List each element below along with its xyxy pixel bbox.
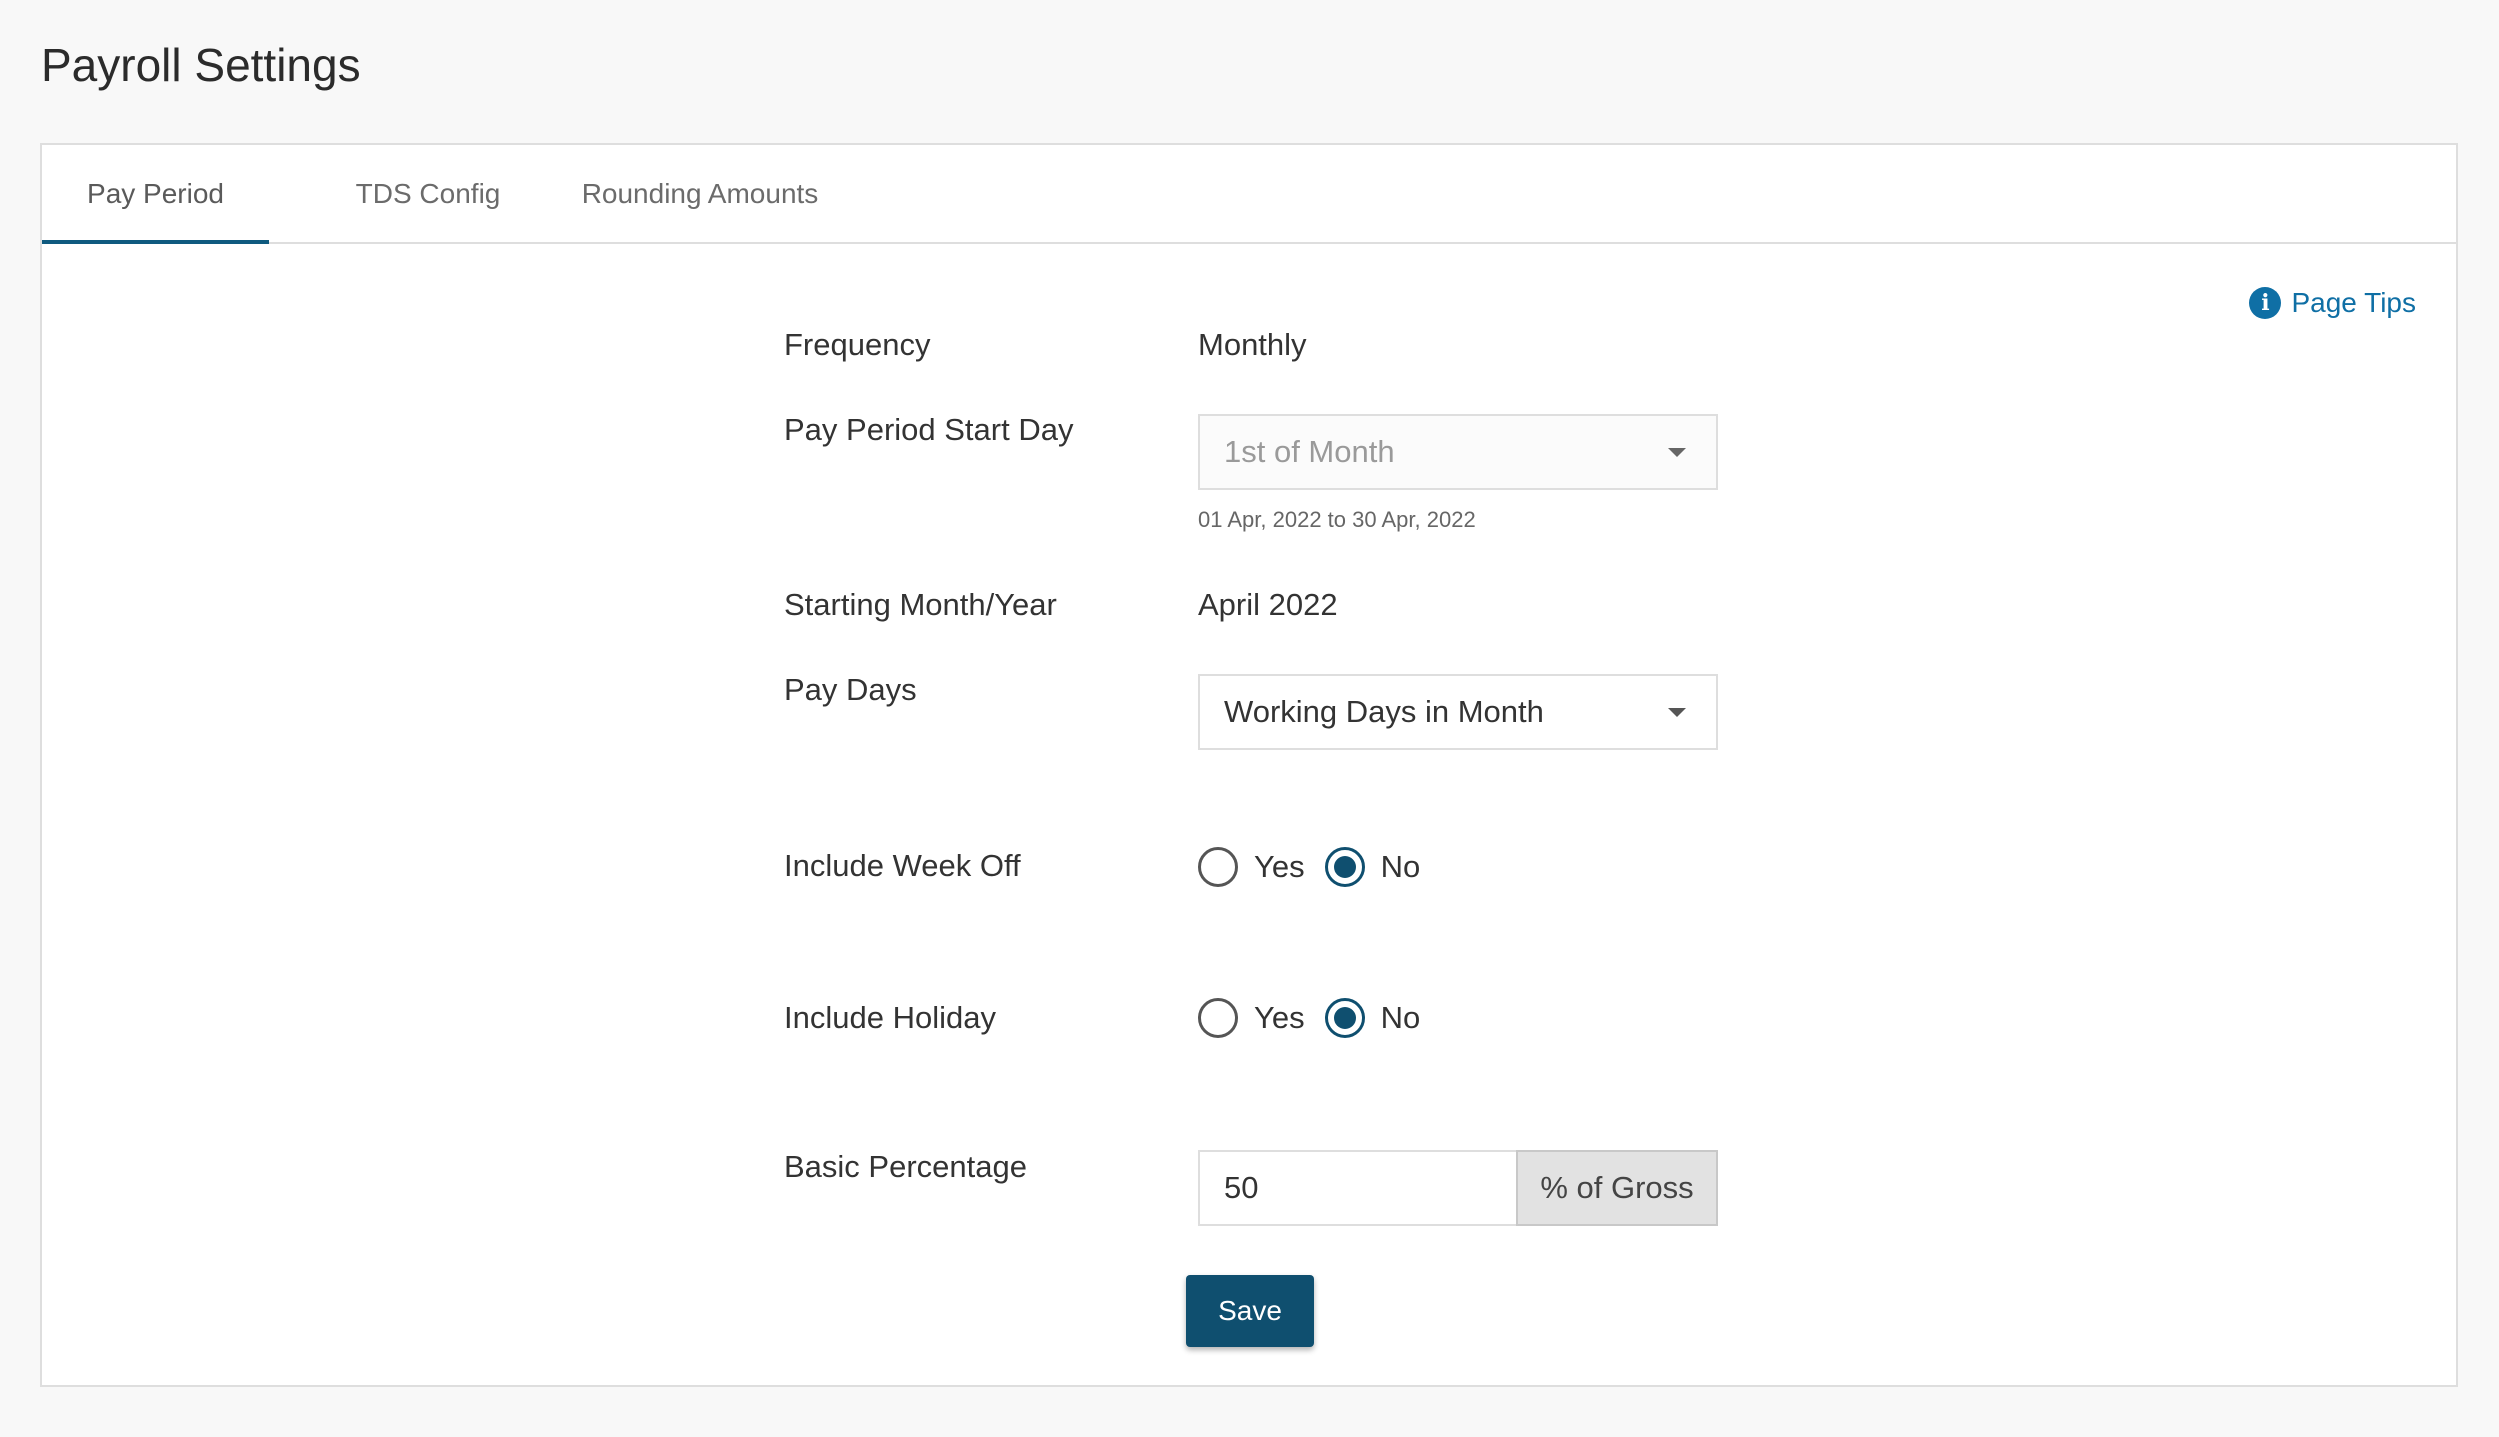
- pay-days-value: Working Days in Month: [1224, 694, 1544, 729]
- radio-checked-icon: [1324, 847, 1365, 887]
- starting-month-year-label: Starting Month/Year: [784, 587, 1057, 622]
- pay-period-start-day-label: Pay Period Start Day: [784, 412, 1074, 447]
- starting-month-year-value: April 2022: [1198, 587, 1338, 622]
- page-tips-label: Page Tips: [2291, 287, 2416, 318]
- page-tips-link[interactable]: i Page Tips: [2249, 287, 2416, 319]
- tab-pay-period[interactable]: Pay Period: [42, 145, 269, 244]
- pay-period-range-text: 01 Apr, 2022 to 30 Apr, 2022: [1198, 507, 1476, 532]
- info-icon: i: [2249, 287, 2282, 319]
- pay-days-label: Pay Days: [784, 672, 917, 707]
- percent-of-gross-addon: % of Gross: [1516, 1150, 1718, 1226]
- include-holiday-yes-radio[interactable]: Yes: [1198, 998, 1305, 1038]
- radio-label: No: [1380, 849, 1421, 884]
- basic-percentage-input[interactable]: [1198, 1150, 1516, 1226]
- chevron-down-icon: [1668, 708, 1686, 717]
- pay-period-start-day-value: 1st of Month: [1224, 434, 1395, 469]
- pay-period-start-day-select: 1st of Month: [1198, 414, 1718, 490]
- radio-checked-icon: [1324, 998, 1365, 1038]
- tab-tds-config[interactable]: TDS Config: [330, 145, 526, 242]
- include-holiday-no-radio[interactable]: No: [1324, 998, 1421, 1038]
- include-week-off-label: Include Week Off: [784, 848, 1021, 883]
- include-week-off-yes-radio[interactable]: Yes: [1198, 847, 1305, 887]
- radio-label: Yes: [1254, 849, 1305, 884]
- page-title: Payroll Settings: [41, 39, 361, 91]
- chevron-down-icon: [1668, 448, 1686, 457]
- radio-unchecked-icon: [1198, 998, 1238, 1038]
- basic-percentage-label: Basic Percentage: [784, 1149, 1027, 1184]
- pay-days-select[interactable]: Working Days in Month: [1198, 674, 1718, 750]
- radio-label: Yes: [1254, 1000, 1305, 1035]
- radio-label: No: [1380, 1000, 1421, 1035]
- save-button[interactable]: Save: [1186, 1275, 1314, 1347]
- basic-percentage-input-group: % of Gross: [1198, 1150, 1718, 1226]
- settings-card: Pay Period TDS Config Rounding Amounts i…: [40, 143, 2458, 1387]
- include-week-off-radio-group: Yes No: [1198, 847, 1440, 887]
- include-holiday-radio-group: Yes No: [1198, 998, 1440, 1038]
- include-holiday-label: Include Holiday: [784, 1000, 996, 1035]
- frequency-label: Frequency: [784, 327, 931, 362]
- frequency-value: Monthly: [1198, 327, 1307, 362]
- tab-rounding-amounts[interactable]: Rounding Amounts: [560, 145, 840, 242]
- tab-bar: Pay Period TDS Config Rounding Amounts: [42, 145, 2456, 244]
- radio-unchecked-icon: [1198, 847, 1238, 887]
- include-week-off-no-radio[interactable]: No: [1324, 847, 1421, 887]
